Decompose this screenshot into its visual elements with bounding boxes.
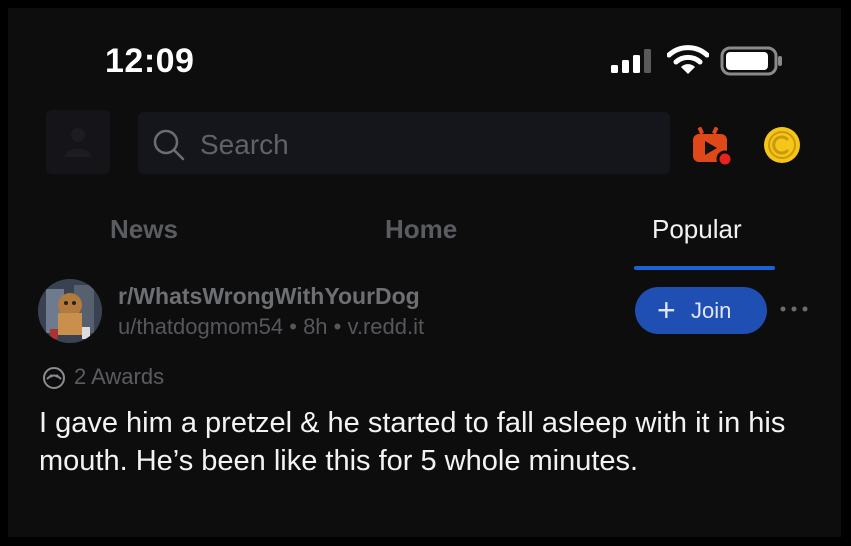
award-icon [43, 367, 65, 390]
tab-home[interactable]: Home [385, 214, 457, 245]
active-tab-indicator [634, 266, 775, 270]
post-title[interactable]: I gave him a pretzel & he started to fal… [39, 404, 829, 480]
more-options-icon[interactable] [779, 305, 809, 313]
status-time: 12:09 [105, 42, 195, 80]
search-placeholder: Search [200, 129, 289, 160]
post-author[interactable]: u/thatdogmom54 [118, 314, 283, 339]
meta-separator: • [289, 314, 297, 339]
awards-row[interactable]: 2 Awards [38, 364, 164, 390]
search-icon [153, 129, 185, 161]
cellular-signal-icon [611, 49, 653, 73]
tab-news[interactable]: News [110, 214, 178, 245]
user-silhouette-icon [65, 128, 91, 157]
post-meta: u/thatdogmom54 • 8h • v.redd.it [118, 314, 424, 340]
tab-popular[interactable]: Popular [652, 214, 742, 245]
join-button[interactable]: + Join [635, 287, 767, 334]
join-label: Join [691, 298, 732, 323]
post-domain[interactable]: v.redd.it [348, 314, 425, 339]
plus-icon: + [657, 292, 676, 328]
wifi-icon [667, 45, 709, 74]
awards-count: 2 Awards [74, 364, 165, 389]
live-video-icon[interactable] [691, 125, 735, 169]
subreddit-avatar[interactable] [38, 279, 102, 343]
screenshot-frame: 12:09 Search News Home Popular r/WhatsWr… [0, 0, 851, 546]
dog-avatar-image [38, 279, 102, 343]
search-bar[interactable]: Search [138, 112, 670, 174]
profile-avatar-button[interactable] [46, 110, 110, 174]
post-age: 8h [303, 314, 328, 339]
subreddit-name[interactable]: r/WhatsWrongWithYourDog [118, 283, 420, 310]
coin-icon[interactable] [763, 126, 801, 164]
app-screen: 12:09 Search News Home Popular r/WhatsWr… [8, 8, 841, 537]
battery-icon [720, 46, 782, 76]
meta-separator: • [333, 314, 342, 339]
